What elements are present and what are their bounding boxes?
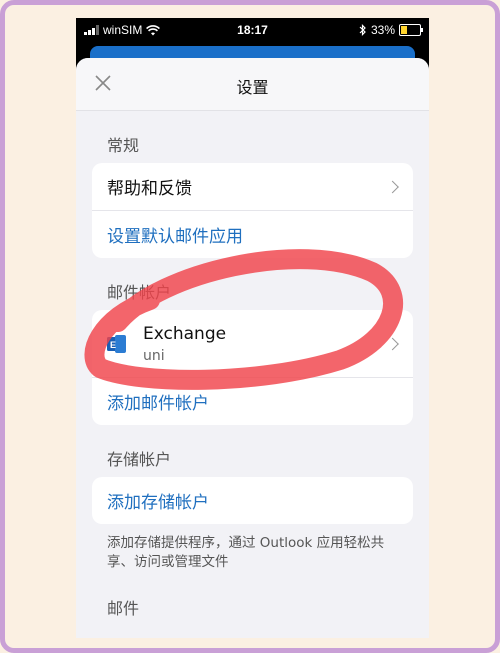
storage-description: 添加存储提供程序，通过 Outlook 应用轻松共享、访问或管理文件 [107,535,385,570]
account-subtitle: uni [143,347,165,364]
section-label-storage: 存储帐户 [107,450,172,469]
storage-card: 添加存储帐户 [92,477,413,524]
battery-percent: 33% [370,23,395,37]
default-mail-app-row[interactable]: 设置默认邮件应用 [92,210,413,258]
nav-bar: 设置 [76,58,429,111]
settings-sheet: 设置 常规 帮助和反馈 设置默认邮件应用 邮件帐户 E Exchange uni… [76,58,429,638]
help-feedback-label: 帮助和反馈 [107,179,192,199]
general-card: 帮助和反馈 设置默认邮件应用 [92,163,413,258]
add-mail-account-label: 添加邮件帐户 [107,394,209,414]
svg-text:E: E [110,340,116,350]
section-label-mail-accounts: 邮件帐户 [107,283,172,302]
mail-accounts-card: E Exchange uni 添加邮件帐户 [92,310,413,425]
phone-screen: winSIM 18:17 33% 设置 常规 帮助和反馈 设置默认邮件应用 邮件… [76,18,429,638]
add-storage-account-label: 添加存储帐户 [107,493,209,513]
help-feedback-row[interactable]: 帮助和反馈 [92,163,413,210]
section-label-general: 常规 [107,136,140,155]
battery-fill [401,26,407,34]
add-mail-account-row[interactable]: 添加邮件帐户 [92,377,413,425]
chevron-right-icon [386,337,399,350]
chevron-right-icon [386,180,399,193]
add-storage-account-row[interactable]: 添加存储帐户 [92,477,413,524]
status-bar: winSIM 18:17 33% [76,18,429,44]
bluetooth-icon [359,24,366,36]
section-label-mail: 邮件 [107,599,140,618]
page-title: 设置 [236,78,269,97]
account-name: Exchange [143,323,227,344]
exchange-icon: E [107,334,126,353]
battery-icon [399,24,423,36]
default-mail-app-label: 设置默认邮件应用 [107,227,243,247]
exchange-account-row[interactable]: E Exchange uni [92,310,413,377]
